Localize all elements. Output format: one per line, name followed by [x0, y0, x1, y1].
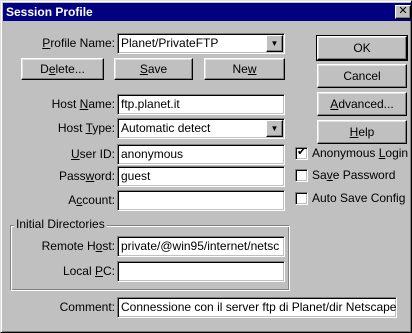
account-label: Account: — [68, 193, 115, 207]
user-id-field[interactable]: anonymous — [117, 144, 285, 165]
delete-button[interactable]: Delete... — [21, 58, 104, 80]
chevron-down-icon: ▼ — [270, 39, 279, 48]
user-id-label: User ID: — [70, 147, 115, 161]
host-type-dropdown-button[interactable]: ▼ — [266, 120, 283, 137]
host-type-label: Host Type: — [57, 121, 115, 135]
window-title: Session Profile — [6, 5, 93, 19]
ok-button[interactable]: OK — [316, 35, 408, 61]
profile-name-value: Planet/PrivateFTP — [121, 36, 219, 50]
password-label: Password: — [58, 169, 115, 183]
host-type-select[interactable]: Automatic detect ▼ — [117, 118, 285, 139]
anonymous-login-checkbox[interactable]: ✔ — [295, 146, 308, 160]
new-button[interactable]: New — [204, 58, 285, 80]
save-button[interactable]: Save — [114, 58, 193, 80]
auto-save-config-label[interactable]: Auto Save Config — [312, 191, 405, 206]
check-mark-icon: ✔ — [297, 146, 307, 158]
remote-host-label: Remote Host: — [41, 239, 115, 253]
password-field[interactable]: guest — [117, 166, 285, 187]
close-button[interactable]: ✕ — [395, 5, 411, 19]
advanced-button[interactable]: Advanced... — [317, 92, 407, 116]
session-profile-dialog: Session Profile ✕ Profile Name: Planet/P… — [0, 0, 412, 333]
comment-value: Connessione con il server ftp di Planet/… — [121, 300, 397, 314]
title-bar[interactable]: Session Profile ✕ — [3, 3, 411, 21]
profile-name-combobox[interactable]: Planet/PrivateFTP ▼ — [117, 33, 285, 54]
local-pc-label: Local PC: — [62, 264, 115, 278]
chevron-down-icon: ▼ — [270, 124, 279, 133]
host-name-field[interactable]: ftp.planet.it — [117, 94, 285, 115]
auto-save-config-checkbox[interactable] — [295, 192, 308, 205]
profile-name-dropdown-button[interactable]: ▼ — [266, 35, 283, 52]
local-pc-field[interactable] — [117, 261, 285, 282]
host-type-value: Automatic detect — [121, 121, 211, 135]
anonymous-login-label[interactable]: Anonymous Login — [312, 146, 408, 161]
host-name-label: Host Name: — [51, 97, 115, 111]
account-field[interactable] — [117, 190, 285, 211]
profile-name-label: Profile Name: — [42, 36, 115, 50]
remote-host-value: private/@win95/internet/netsc — [121, 239, 280, 253]
comment-label: Comment: — [59, 300, 115, 314]
help-button[interactable]: Help — [317, 120, 407, 144]
save-password-label[interactable]: Save Password — [312, 168, 395, 183]
user-id-value: anonymous — [121, 147, 184, 161]
password-value: guest — [121, 169, 151, 183]
comment-field[interactable]: Connessione con il server ftp di Planet/… — [117, 297, 397, 318]
save-password-checkbox[interactable] — [295, 169, 308, 182]
remote-host-field[interactable]: private/@win95/internet/netsc — [117, 236, 285, 257]
host-name-value: ftp.planet.it — [121, 97, 180, 111]
cancel-button[interactable]: Cancel — [317, 64, 407, 88]
initial-directories-title: Initial Directories — [14, 217, 107, 232]
close-glyph: ✕ — [398, 5, 408, 17]
